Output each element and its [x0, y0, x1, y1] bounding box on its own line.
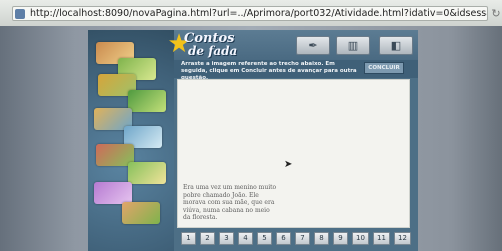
conclude-button[interactable]: CONCLUIR [364, 62, 404, 74]
page-button[interactable]: 10 [352, 232, 369, 245]
story-text: Era uma vez um menino muito pobre chamad… [183, 184, 277, 221]
page-button[interactable]: 5 [257, 232, 272, 245]
quill-button[interactable]: ✒ [296, 36, 330, 55]
browser-address-bar: http://localhost:8090/novaPagina.html?ur… [0, 0, 502, 27]
app-logo-subtitle: de fada [188, 44, 238, 58]
page-button[interactable]: 12 [394, 232, 411, 245]
back-icon: ◧ [390, 39, 402, 52]
book-button[interactable]: ▥ [336, 36, 370, 55]
url-text: http://localhost:8090/novaPagina.html?ur… [30, 8, 487, 19]
page-button[interactable]: 6 [276, 232, 291, 245]
story-image-thumbnail[interactable] [94, 182, 132, 204]
reload-icon[interactable]: ↻ [490, 6, 502, 21]
page-button[interactable]: 3 [219, 232, 234, 245]
back-button[interactable]: ◧ [379, 36, 413, 55]
page-navigation: 1 2 3 4 5 6 7 8 9 10 11 12 [177, 232, 413, 250]
mouse-cursor-icon: ➤ [284, 159, 293, 170]
story-image-thumbnail[interactable] [128, 90, 166, 112]
story-image-thumbnail[interactable] [122, 202, 160, 224]
url-input[interactable]: http://localhost:8090/novaPagina.html?ur… [12, 6, 488, 21]
book-icon: ▥ [347, 39, 359, 52]
page-button[interactable]: 8 [314, 232, 329, 245]
page-button[interactable]: 1 [181, 232, 196, 245]
page-button[interactable]: 9 [333, 232, 348, 245]
page-button[interactable]: 11 [373, 232, 390, 245]
page-button[interactable]: 2 [200, 232, 215, 245]
page-icon [15, 9, 25, 19]
page-button[interactable]: 7 [295, 232, 310, 245]
quill-icon: ✒ [308, 39, 318, 52]
page-button[interactable]: 4 [238, 232, 253, 245]
story-image-thumbnail[interactable] [128, 162, 166, 184]
thumbnail-panel [88, 30, 174, 251]
